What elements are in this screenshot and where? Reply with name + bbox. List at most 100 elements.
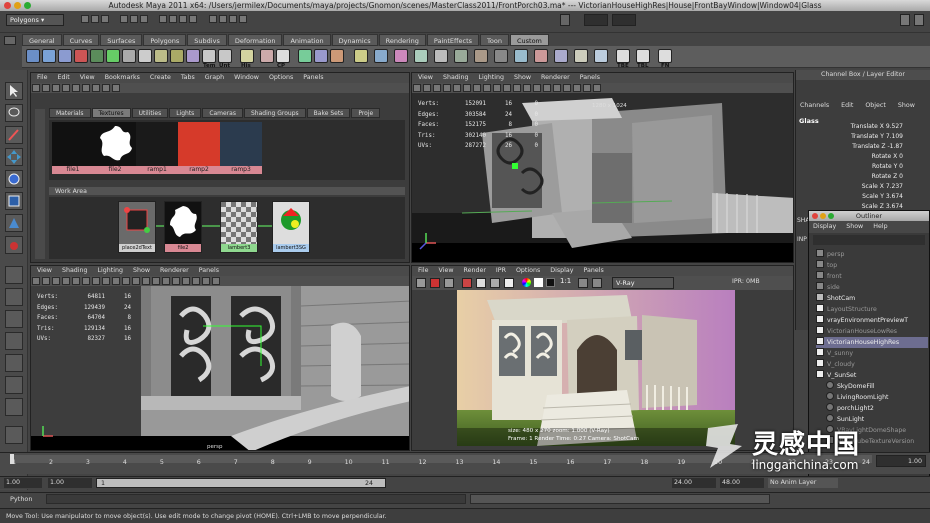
display-rgb-icon[interactable] [490,278,500,288]
outliner-item-highres[interactable]: VictorianHouseHighRes [816,337,928,348]
hypershade-icon[interactable] [454,49,468,63]
texture-swatch-file2[interactable]: file2 [94,122,136,174]
cb-menu-show[interactable]: Show [898,100,915,112]
hs-tab-materials[interactable]: Materials [49,108,91,118]
uv-icon[interactable] [298,49,312,63]
shelf-tab-surfaces[interactable]: Surfaces [100,34,143,46]
renderer-dropdown[interactable]: V-Ray [612,277,674,289]
snap-point-icon[interactable] [179,15,188,23]
minimize-window-button[interactable] [14,2,21,9]
use-all-lights-icon[interactable] [172,277,180,285]
shelf-tab-toon[interactable]: Toon [480,34,509,46]
node-place2dtexture[interactable]: place2dText [118,201,156,253]
render-icon[interactable] [218,15,227,23]
channel-scale-y[interactable]: Scale Y 3.674 [862,193,903,200]
channel-scale-x[interactable]: Scale X 7.237 [862,183,903,190]
bookmark-icon[interactable] [423,84,431,92]
cb-menu-object[interactable]: Object [865,100,886,112]
move-tool-icon[interactable] [5,148,23,166]
vp2-menu-renderer[interactable]: Renderer [160,266,189,276]
curve-tool-2-icon[interactable] [42,49,56,63]
ipr-render-button[interactable] [462,278,472,288]
hs-tab-utilities[interactable]: Utilities [131,108,169,118]
vp-menu-renderer[interactable]: Renderer [541,73,570,83]
rv-menu-panels[interactable]: Panels [583,266,603,276]
film-gate-icon[interactable] [72,277,80,285]
hs-graph-up-icon[interactable] [72,84,80,92]
rv-menu-options[interactable]: Options [516,266,540,276]
vp2-menu-panels[interactable]: Panels [199,266,219,276]
align-icon[interactable] [594,49,608,63]
outliner-item-v-sunny[interactable]: V_sunny [816,348,853,359]
hypershade-menu-create[interactable]: Create [150,73,171,83]
vp2-menu-lighting[interactable]: Lighting [98,266,123,276]
bookmark-icon[interactable] [42,277,50,285]
refresh-ipr-icon[interactable] [476,278,486,288]
soft-select-icon[interactable] [394,49,408,63]
redo-render-icon[interactable] [416,278,426,288]
ipr-render-icon[interactable] [228,15,237,23]
shelf-menu-icon[interactable] [4,36,16,45]
outliner-minimize-button[interactable] [820,213,826,219]
vp2-menu-shading[interactable]: Shading [62,266,88,276]
input-field-toggle-icon[interactable] [560,14,570,26]
outliner-item-persp[interactable]: persp [816,249,844,260]
save-scene-icon[interactable] [101,15,109,23]
xray-icon[interactable] [192,277,200,285]
shelf-tab-dynamics[interactable]: Dynamics [331,34,378,46]
vp-menu-panels[interactable]: Panels [580,73,600,83]
hypershade-menu-options[interactable]: Options [269,73,293,83]
four-view-layout-icon[interactable] [5,288,23,306]
outliner-item-front[interactable]: front [816,271,842,282]
persp-outliner-layout-icon[interactable] [5,310,23,328]
outliner-item-side[interactable]: side [816,282,840,293]
fit-frame-icon[interactable] [578,278,588,288]
channel-rotate-y[interactable]: Rotate Y 0 [872,163,903,170]
high-quality-icon[interactable] [212,277,220,285]
history-delete-icon[interactable]: His [240,49,254,69]
color-channels-icon[interactable] [522,278,531,287]
rv-menu-ipr[interactable]: IPR [496,266,506,276]
render-settings-icon[interactable] [238,15,247,23]
outliner-item-shotcam[interactable]: ShotCam [816,293,855,304]
outliner-item-layoutstructure[interactable]: LayoutStructure [816,304,877,315]
cb-menu-channels[interactable]: Channels [800,100,829,112]
hypershade-menu-window[interactable]: Window [234,73,259,83]
parent-icon[interactable] [434,49,448,63]
safe-title-icon[interactable] [503,84,511,92]
vp2-menu-show[interactable]: Show [133,266,150,276]
shelf-tab-rendering[interactable]: Rendering [378,34,426,46]
scale-tool-icon[interactable] [5,192,23,210]
shelf-tab-curves[interactable]: Curves [62,34,100,46]
channel-translate-x[interactable]: Translate X 9.527 [851,123,903,130]
persp-hypershade-layout-icon[interactable] [5,354,23,372]
mirror-icon[interactable] [374,49,388,63]
hs-create-bar-icon[interactable] [42,84,50,92]
hs-tab-cameras[interactable]: Cameras [202,108,243,118]
outliner-item-lowres[interactable]: VictorianHouseLowRes [816,326,897,337]
uv-editor-icon[interactable] [314,49,328,63]
untemplate-icon[interactable]: Unt [218,49,232,69]
universal-manipulator-icon[interactable] [5,214,23,232]
snap-curve-icon[interactable] [169,15,178,23]
textured-icon[interactable] [162,277,170,285]
snapshot-icon[interactable] [444,278,454,288]
channel-value[interactable]: 9.527 [886,123,903,130]
smooth-shade-icon[interactable] [142,277,150,285]
template-icon[interactable]: Tem [202,49,216,69]
safe-action-icon[interactable] [112,277,120,285]
paint-icon[interactable] [330,49,344,63]
shelf-tab-polygons[interactable]: Polygons [143,34,187,46]
paint-select-tool-icon[interactable] [5,126,23,144]
outliner-close-button[interactable] [812,213,818,219]
resolution-gate-icon[interactable] [463,84,471,92]
rv-menu-render[interactable]: Render [464,266,486,276]
snap-surface-icon[interactable] [189,15,198,23]
channel-scale-z[interactable]: Scale Z 3.674 [862,203,903,210]
command-input[interactable] [46,494,466,504]
tbl-icon[interactable]: TBL [636,49,650,69]
field-chart-icon[interactable] [483,84,491,92]
outliner-item-skydomefill[interactable]: SkyDomeFill [826,381,875,392]
hs-tab-textures[interactable]: Textures [91,108,131,118]
group-icon[interactable] [414,49,428,63]
